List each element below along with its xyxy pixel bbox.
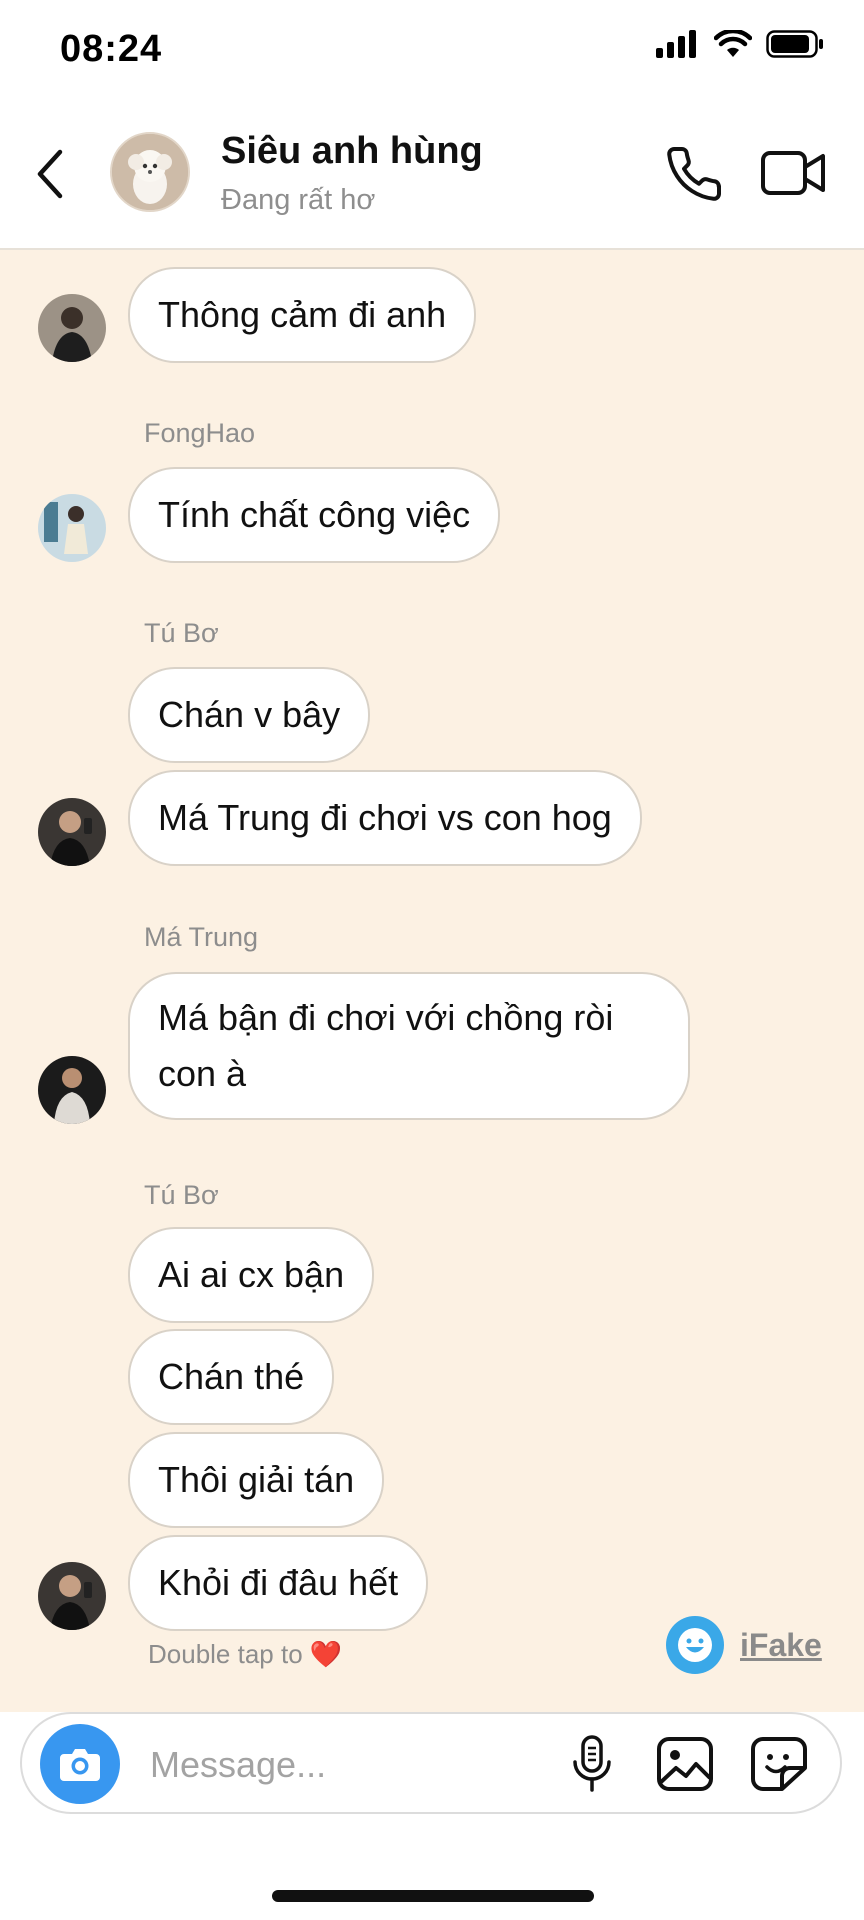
message-composer bbox=[20, 1712, 842, 1814]
avatar-photo bbox=[38, 294, 106, 362]
status-icons bbox=[656, 30, 824, 58]
message-list[interactable]: Thông cảm đi anh FongHao Tính chất công … bbox=[0, 250, 864, 1712]
sender-name: Tú Bơ bbox=[144, 618, 219, 648]
avatar-photo bbox=[38, 798, 106, 866]
sender-avatar[interactable] bbox=[38, 294, 106, 362]
sender-avatar[interactable] bbox=[38, 494, 106, 562]
avatar-photo bbox=[38, 1056, 106, 1124]
double-tap-hint: Double tap to ❤️ bbox=[148, 1639, 342, 1670]
group-avatar[interactable] bbox=[110, 132, 190, 212]
heart-icon: ❤️ bbox=[309, 1639, 343, 1669]
status-time: 08:24 bbox=[60, 28, 163, 70]
camera-icon bbox=[60, 1749, 100, 1781]
message-bubble[interactable]: Thôi giải tán bbox=[128, 1432, 385, 1528]
chat-screen: 08:24 Siêu anh hùng Đang rất hơ Thông cả… bbox=[0, 0, 864, 1920]
battery-icon bbox=[766, 30, 823, 58]
message-bubble[interactable]: Tính chất công việc bbox=[128, 467, 501, 563]
group-title: Siêu anh hùng bbox=[221, 130, 483, 172]
smiley-logo-icon bbox=[666, 1616, 724, 1674]
gallery-button[interactable] bbox=[656, 1736, 714, 1797]
message-bubble[interactable]: Má Trung đi chơi vs con hog bbox=[128, 770, 642, 866]
avatar-photo bbox=[38, 494, 106, 562]
message-bubble[interactable]: Chán thé bbox=[128, 1329, 335, 1425]
video-camera-icon bbox=[761, 151, 825, 195]
sender-name: Má Trung bbox=[144, 922, 259, 952]
chat-header: Siêu anh hùng Đang rất hơ bbox=[0, 100, 864, 250]
home-indicator bbox=[272, 1890, 594, 1902]
sender-name: FongHao bbox=[144, 418, 256, 448]
message-bubble[interactable]: Má bận đi chơi với chồng ròi con à bbox=[128, 972, 690, 1120]
microphone-icon bbox=[573, 1735, 611, 1792]
message-bubble[interactable]: Chán v bây bbox=[128, 667, 371, 763]
message-bubble[interactable]: Khỏi đi đâu hết bbox=[128, 1535, 429, 1631]
voice-message-button[interactable] bbox=[570, 1734, 614, 1799]
sticker-icon bbox=[751, 1737, 807, 1791]
sender-avatar[interactable] bbox=[38, 798, 106, 866]
watermark-text: iFake bbox=[740, 1626, 822, 1663]
status-bar: 08:24 bbox=[0, 0, 864, 100]
back-button[interactable] bbox=[30, 146, 70, 202]
wifi-icon bbox=[714, 30, 752, 57]
voice-call-button[interactable] bbox=[664, 144, 724, 204]
sender-avatar[interactable] bbox=[38, 1562, 106, 1630]
sticker-button[interactable] bbox=[750, 1736, 808, 1797]
sender-avatar[interactable] bbox=[38, 1056, 106, 1124]
avatar-photo bbox=[38, 1562, 106, 1630]
composer-area bbox=[0, 1712, 864, 1920]
sender-name: Tú Bơ bbox=[144, 1180, 219, 1210]
double-tap-text: Double tap to bbox=[148, 1639, 303, 1669]
message-input[interactable] bbox=[148, 1734, 532, 1796]
image-icon bbox=[657, 1737, 713, 1791]
puppy-avatar-image bbox=[112, 134, 188, 210]
camera-button[interactable] bbox=[40, 1724, 120, 1804]
video-call-button[interactable] bbox=[760, 148, 826, 198]
message-bubble[interactable]: Ai ai cx bận bbox=[128, 1227, 375, 1323]
group-status: Đang rất hơ bbox=[221, 184, 376, 216]
chevron-left-icon bbox=[37, 149, 63, 199]
phone-icon bbox=[667, 146, 722, 201]
watermark: iFake bbox=[666, 1616, 822, 1674]
message-bubble[interactable]: Thông cảm đi anh bbox=[128, 267, 477, 363]
cellular-signal-icon bbox=[656, 30, 696, 58]
